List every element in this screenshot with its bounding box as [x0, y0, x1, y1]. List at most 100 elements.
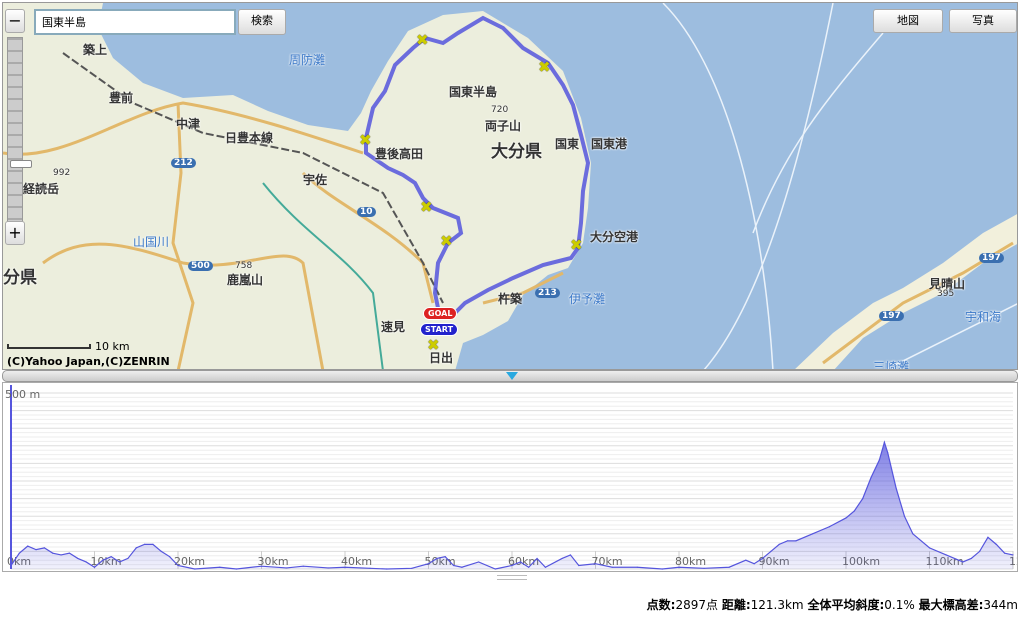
elevation-point	[678, 566, 680, 568]
elevation-point	[18, 552, 20, 554]
elevation-point	[27, 545, 29, 547]
photo-mode-button[interactable]: 写真	[949, 9, 1017, 33]
map-label: 992	[53, 168, 71, 178]
route-shield: 213	[535, 288, 560, 298]
elevation-point	[235, 568, 238, 570]
elevation-point	[478, 561, 480, 563]
elevation-point	[845, 517, 847, 519]
collapse-arrow-icon[interactable]	[506, 372, 518, 380]
zoom-out-button[interactable]: −	[5, 9, 25, 33]
slope-value: 0.1%	[884, 598, 915, 612]
elevation-point	[561, 557, 563, 560]
map-label: 大分県	[491, 142, 542, 162]
map-label: 山国川	[133, 235, 170, 249]
waypoint-marker-icon[interactable]: ✖	[420, 198, 433, 216]
map-label: 豊前	[109, 91, 134, 105]
elevation-point	[285, 567, 288, 569]
elevation-point	[528, 566, 530, 568]
elevation-point	[786, 540, 789, 542]
elevation-point	[903, 515, 906, 517]
zoom-slider[interactable]	[7, 37, 32, 223]
map-label: 宇和海	[965, 310, 1002, 324]
elevation-point	[35, 549, 37, 551]
zoom-in-button[interactable]: +	[5, 221, 25, 245]
map-label: 758	[235, 261, 253, 271]
elevation-point	[544, 566, 547, 568]
search-button[interactable]: 検索	[238, 9, 286, 35]
map-canvas	[3, 3, 1017, 369]
elevation-point	[369, 567, 371, 569]
elevation-point	[461, 566, 463, 568]
points-value: 2897点	[675, 598, 718, 612]
elevation-point	[110, 556, 112, 558]
map-label: 築上	[83, 43, 108, 57]
elevation-point	[594, 563, 597, 565]
elevation-point	[812, 533, 814, 535]
elevation-point	[452, 564, 455, 567]
map-view[interactable]: ✖ ✖ ✖ ✖ ✖ ✖ ✖ GOAL START 築上 豊前 中津 日豊本線 9…	[2, 2, 1018, 370]
distance-value: 121.3km	[750, 598, 804, 612]
map-label: 宇佐	[303, 173, 328, 187]
map-label: 国東	[555, 137, 580, 151]
elevation-point	[745, 559, 747, 561]
elevation-point	[93, 566, 96, 568]
scale-bar: 10 km	[7, 340, 130, 353]
map-label: 速見	[381, 320, 406, 334]
elevation-point	[945, 554, 947, 556]
elevation-chart-svg: 0km10km20km30km40km50km60km70km80km90km1…	[5, 385, 1024, 570]
elevation-point	[327, 567, 329, 569]
map-label: 720	[491, 105, 509, 115]
map-label: 周防灘	[289, 53, 326, 67]
elevation-point	[511, 564, 513, 567]
elevation-point	[979, 550, 981, 552]
map-label: 三崎灘	[873, 360, 910, 370]
elevation-point	[962, 561, 964, 563]
elevation-point	[127, 557, 129, 560]
points-label: 点数:	[646, 598, 676, 612]
elevation-point	[135, 547, 137, 549]
elevation-point	[169, 556, 171, 558]
elevation-point	[912, 533, 914, 535]
x-tick-label: 80km	[675, 555, 706, 568]
elevation-point	[703, 567, 705, 569]
waypoint-marker-icon[interactable]: ✖	[538, 58, 551, 76]
map-label: 鹿嵐山	[227, 273, 264, 287]
elevation-point	[194, 568, 196, 570]
elevation-point	[219, 566, 221, 568]
waypoint-marker-icon[interactable]: ✖	[359, 131, 372, 149]
y-axis-label: 500 m	[5, 388, 40, 401]
elevation-diff-label: 最大標高差:	[918, 598, 984, 612]
map-label: 大分空港	[590, 230, 639, 244]
map-label: 杵築	[498, 292, 523, 306]
map-mode-button[interactable]: 地図	[873, 9, 943, 33]
waypoint-marker-icon[interactable]: ✖	[440, 232, 453, 250]
elevation-point	[578, 564, 580, 567]
route-shield: 500	[188, 261, 213, 271]
shikoku-peninsula	[795, 214, 1017, 369]
elevation-point	[494, 568, 496, 570]
scale-bar-line	[7, 344, 91, 349]
search-input[interactable]	[34, 9, 236, 35]
elevation-chart[interactable]: 0km10km20km30km40km50km60km70km80km90km1…	[2, 382, 1024, 572]
goal-marker[interactable]: GOAL	[423, 307, 458, 320]
elevation-point	[444, 556, 446, 558]
resize-handle[interactable]	[497, 575, 527, 580]
elevation-point	[795, 540, 797, 542]
waypoint-marker-icon[interactable]: ✖	[416, 31, 429, 49]
elevation-point	[260, 565, 263, 567]
route-shield: 212	[171, 158, 196, 168]
elevation-point	[569, 554, 572, 556]
map-label: 伊予灘	[569, 292, 606, 306]
panel-divider[interactable]	[2, 370, 1018, 382]
elevation-point	[436, 557, 438, 560]
waypoint-marker-icon[interactable]: ✖	[570, 236, 583, 254]
elevation-point	[60, 554, 62, 556]
elevation-point	[160, 550, 162, 552]
zoom-slider-thumb[interactable]	[10, 160, 32, 168]
elevation-point	[68, 552, 71, 554]
route-shield: 197	[979, 253, 1004, 263]
elevation-point	[728, 566, 730, 568]
map-label: 国東半島	[449, 85, 498, 99]
elevation-point	[77, 557, 79, 560]
start-marker[interactable]: START	[420, 323, 459, 336]
